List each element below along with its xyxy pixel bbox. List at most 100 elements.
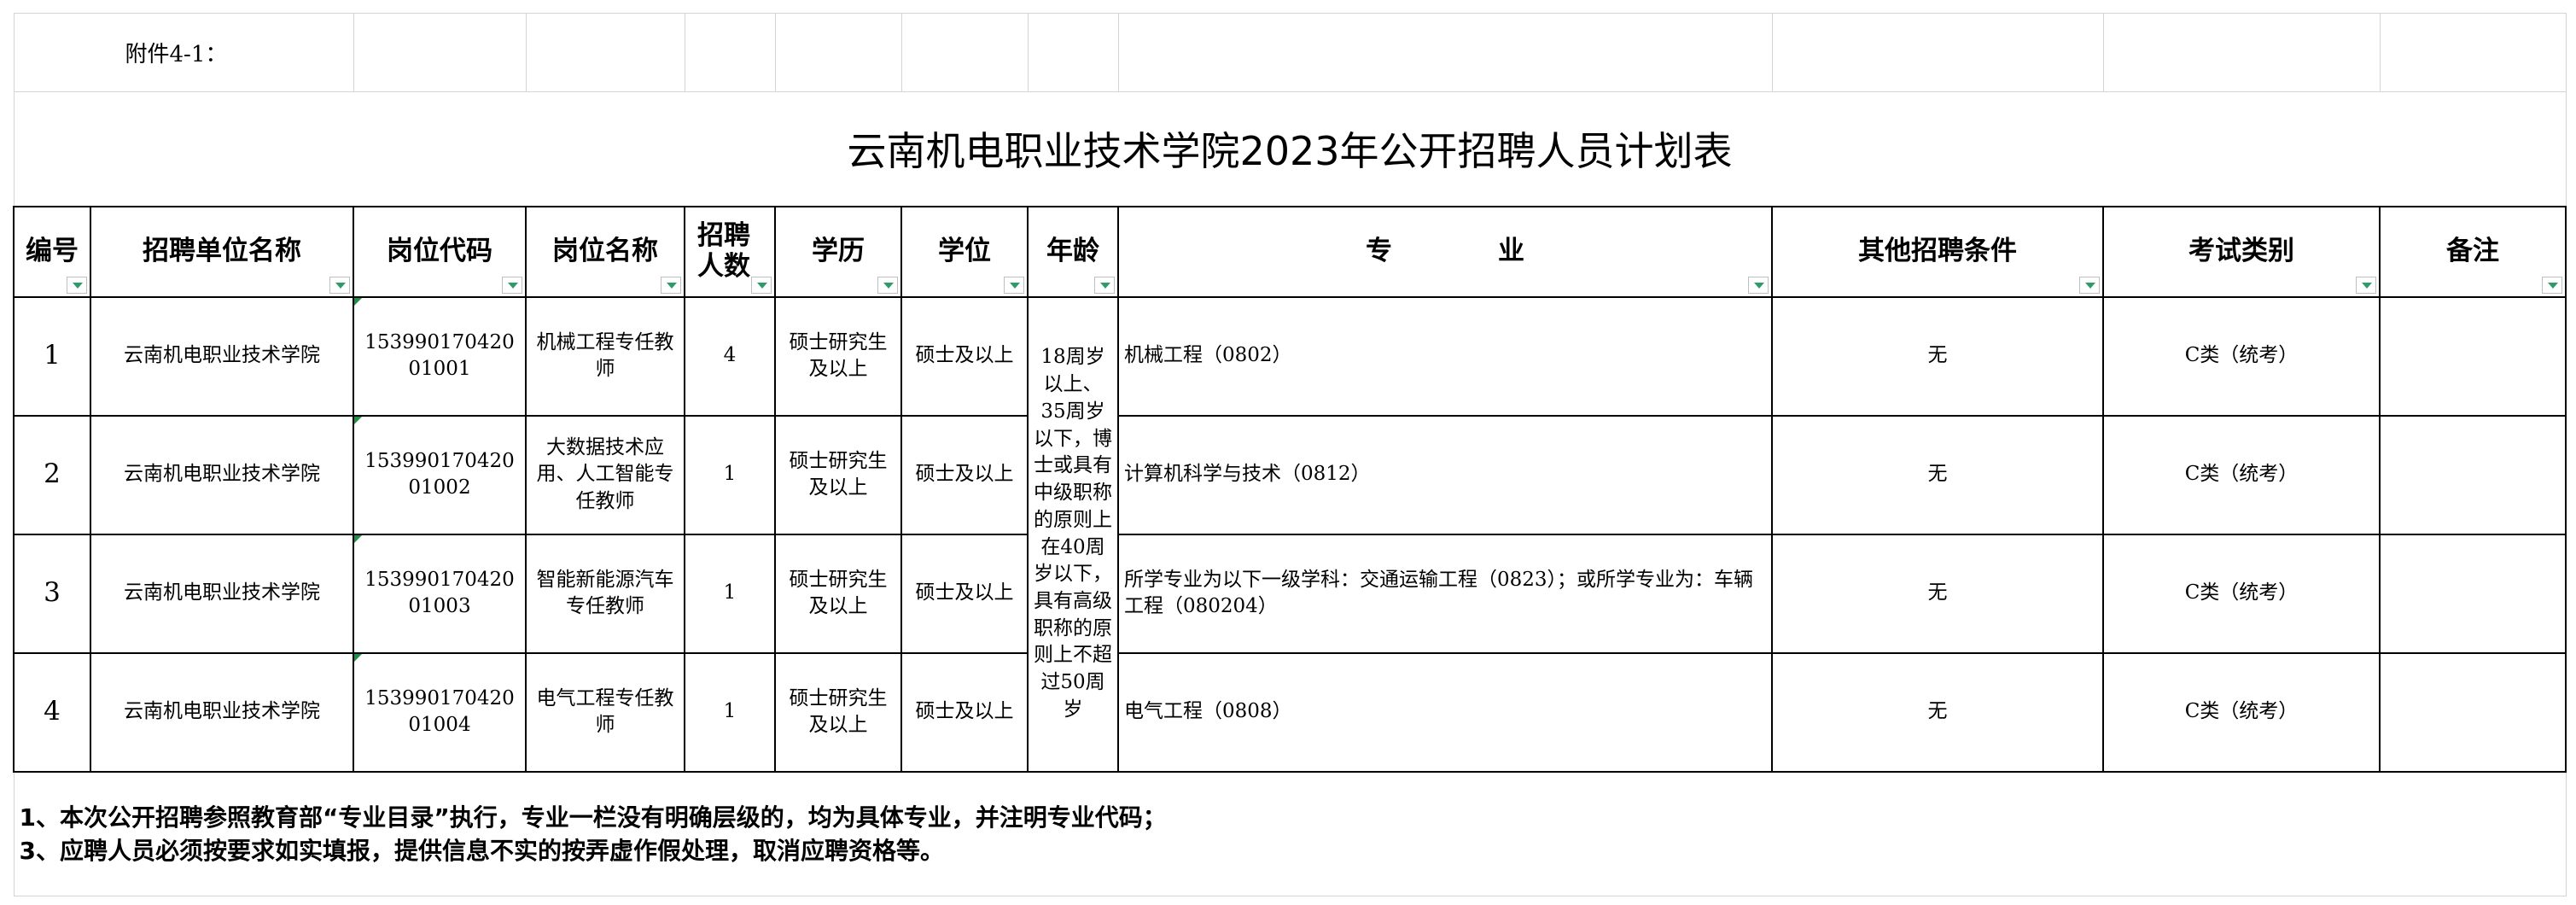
cell-remark[interactable]: [2379, 414, 2567, 535]
cell-remark[interactable]: [2379, 295, 2567, 417]
header-major[interactable]: 专 业: [1117, 205, 1773, 298]
cell-other[interactable]: 无: [1771, 651, 2104, 773]
filter-dropdown-icon[interactable]: [2542, 276, 2562, 294]
cell-count[interactable]: 1: [684, 533, 776, 654]
cell-code[interactable]: 15399017042001002: [353, 414, 527, 535]
filter-dropdown-icon[interactable]: [502, 276, 522, 294]
filter-dropdown-icon[interactable]: [1004, 276, 1024, 294]
filter-dropdown-icon[interactable]: [1748, 276, 1769, 294]
cell-remark[interactable]: [2379, 533, 2567, 654]
header-age[interactable]: 年龄: [1027, 205, 1119, 298]
empty-cell[interactable]: [1117, 13, 1773, 92]
cell-post[interactable]: 电气工程专任教师: [525, 651, 685, 773]
empty-cell[interactable]: [2102, 13, 2381, 92]
header-label: 备注: [2446, 235, 2499, 266]
empty-cell[interactable]: [1771, 13, 2104, 92]
filter-dropdown-icon[interactable]: [67, 276, 87, 294]
cell-age-merged[interactable]: 18周岁以上、35周岁以下，博士或具有中级职称的原则上在40周岁以下，具有高级职…: [1027, 295, 1119, 773]
filter-dropdown-icon[interactable]: [2079, 276, 2100, 294]
cell-marker-icon: [355, 535, 362, 543]
cell-count[interactable]: 1: [684, 414, 776, 535]
cell-no[interactable]: 4: [13, 651, 91, 773]
cell-major[interactable]: 电气工程（0808）: [1117, 651, 1773, 773]
empty-cell[interactable]: [525, 13, 685, 92]
title-row: 云南机电职业技术学院2023年公开招聘人员计划表: [13, 91, 2567, 207]
header-remark[interactable]: 备注: [2379, 205, 2567, 298]
cell-other[interactable]: 无: [1771, 533, 2104, 654]
cell-remark[interactable]: [2379, 651, 2567, 773]
header-label: 编号: [26, 235, 79, 266]
filter-dropdown-icon[interactable]: [329, 276, 350, 294]
header-code[interactable]: 岗位代码: [353, 205, 527, 298]
cell-count[interactable]: 4: [684, 295, 776, 417]
spreadsheet: 附件4-1： 云南机电职业技术学院2023年公开招聘人员计划表 编号 招聘单位名…: [0, 0, 2576, 905]
header-degree[interactable]: 学位: [900, 205, 1029, 298]
table-row: 2 云南机电职业技术学院 15399017042001002 大数据技术应用、人…: [13, 414, 2567, 535]
cell-no[interactable]: 3: [13, 533, 91, 654]
cell-edu[interactable]: 硕士研究生及以上: [774, 651, 902, 773]
empty-cell[interactable]: [1027, 13, 1119, 92]
empty-cell[interactable]: [2379, 13, 2567, 92]
filter-dropdown-icon[interactable]: [661, 276, 681, 294]
cell-degree[interactable]: 硕士及以上: [900, 295, 1029, 417]
header-row: 编号 招聘单位名称 岗位代码 岗位名称 招聘人数 学历 学位 年龄 专 业 其他…: [13, 205, 2567, 298]
header-other[interactable]: 其他招聘条件: [1771, 205, 2104, 298]
cell-exam[interactable]: C类（统考）: [2102, 295, 2381, 417]
attachment-row: 附件4-1：: [13, 13, 2567, 92]
header-label: 年龄: [1046, 235, 1099, 266]
cell-no[interactable]: 1: [13, 295, 91, 417]
cell-count[interactable]: 1: [684, 651, 776, 773]
cell-post[interactable]: 机械工程专任教师: [525, 295, 685, 417]
cell-post[interactable]: 智能新能源汽车专任教师: [525, 533, 685, 654]
header-post[interactable]: 岗位名称: [525, 205, 685, 298]
empty-cell[interactable]: [684, 13, 776, 92]
filter-dropdown-icon[interactable]: [877, 276, 898, 294]
cell-major[interactable]: 机械工程（0802）: [1117, 295, 1773, 417]
cell-edu[interactable]: 硕士研究生及以上: [774, 533, 902, 654]
header-label: 专 业: [1366, 235, 1524, 266]
filter-dropdown-icon[interactable]: [751, 276, 772, 294]
filter-dropdown-icon[interactable]: [2356, 276, 2376, 294]
header-label: 其他招聘条件: [1858, 235, 2017, 266]
recruitment-plan-table: 附件4-1： 云南机电职业技术学院2023年公开招聘人员计划表 编号 招聘单位名…: [13, 13, 2567, 896]
note-line: 3、应聘人员必须按要求如实填报，提供信息不实的按弄虚作假处理，取消应聘资格等。: [19, 836, 945, 865]
cell-unit[interactable]: 云南机电职业技术学院: [90, 651, 354, 773]
header-exam[interactable]: 考试类别: [2102, 205, 2381, 298]
cell-unit[interactable]: 云南机电职业技术学院: [90, 414, 354, 535]
cell-exam[interactable]: C类（统考）: [2102, 414, 2381, 535]
table-row: 3 云南机电职业技术学院 15399017042001003 智能新能源汽车专任…: [13, 533, 2567, 654]
filter-dropdown-icon[interactable]: [1094, 276, 1115, 294]
attachment-label: 附件4-1：: [13, 13, 354, 92]
cell-unit[interactable]: 云南机电职业技术学院: [90, 533, 354, 654]
cell-no[interactable]: 2: [13, 414, 91, 535]
cell-exam[interactable]: C类（统考）: [2102, 533, 2381, 654]
cell-code[interactable]: 15399017042001004: [353, 651, 527, 773]
header-unit[interactable]: 招聘单位名称: [90, 205, 354, 298]
cell-edu[interactable]: 硕士研究生及以上: [774, 414, 902, 535]
cell-code[interactable]: 15399017042001003: [353, 533, 527, 654]
cell-marker-icon: [355, 654, 362, 662]
notes-cell[interactable]: 1、本次公开招聘参照教育部“专业目录”执行，专业一栏没有明确层级的，均为具体专业…: [13, 770, 2567, 896]
cell-degree[interactable]: 硕士及以上: [900, 533, 1029, 654]
cell-code[interactable]: 15399017042001001: [353, 295, 527, 417]
empty-cell[interactable]: [353, 13, 527, 92]
empty-cell[interactable]: [774, 13, 902, 92]
header-no[interactable]: 编号: [13, 205, 91, 298]
cell-other[interactable]: 无: [1771, 414, 2104, 535]
header-count[interactable]: 招聘人数: [684, 205, 776, 298]
cell-degree[interactable]: 硕士及以上: [900, 651, 1029, 773]
header-edu[interactable]: 学历: [774, 205, 902, 298]
header-label: 学位: [938, 235, 991, 266]
cell-unit[interactable]: 云南机电职业技术学院: [90, 295, 354, 417]
cell-code-text: 15399017042001004: [364, 686, 515, 736]
cell-post[interactable]: 大数据技术应用、人工智能专任教师: [525, 414, 685, 535]
cell-other[interactable]: 无: [1771, 295, 2104, 417]
cell-major[interactable]: 计算机科学与技术（0812）: [1117, 414, 1773, 535]
cell-degree[interactable]: 硕士及以上: [900, 414, 1029, 535]
cell-exam[interactable]: C类（统考）: [2102, 651, 2381, 773]
page-title: 云南机电职业技术学院2023年公开招聘人员计划表: [13, 91, 2567, 207]
empty-cell[interactable]: [900, 13, 1029, 92]
cell-edu[interactable]: 硕士研究生及以上: [774, 295, 902, 417]
cell-major[interactable]: 所学专业为以下一级学科：交通运输工程（0823）；或所学专业为：车辆工程（080…: [1117, 533, 1773, 654]
cell-marker-icon: [355, 298, 362, 306]
